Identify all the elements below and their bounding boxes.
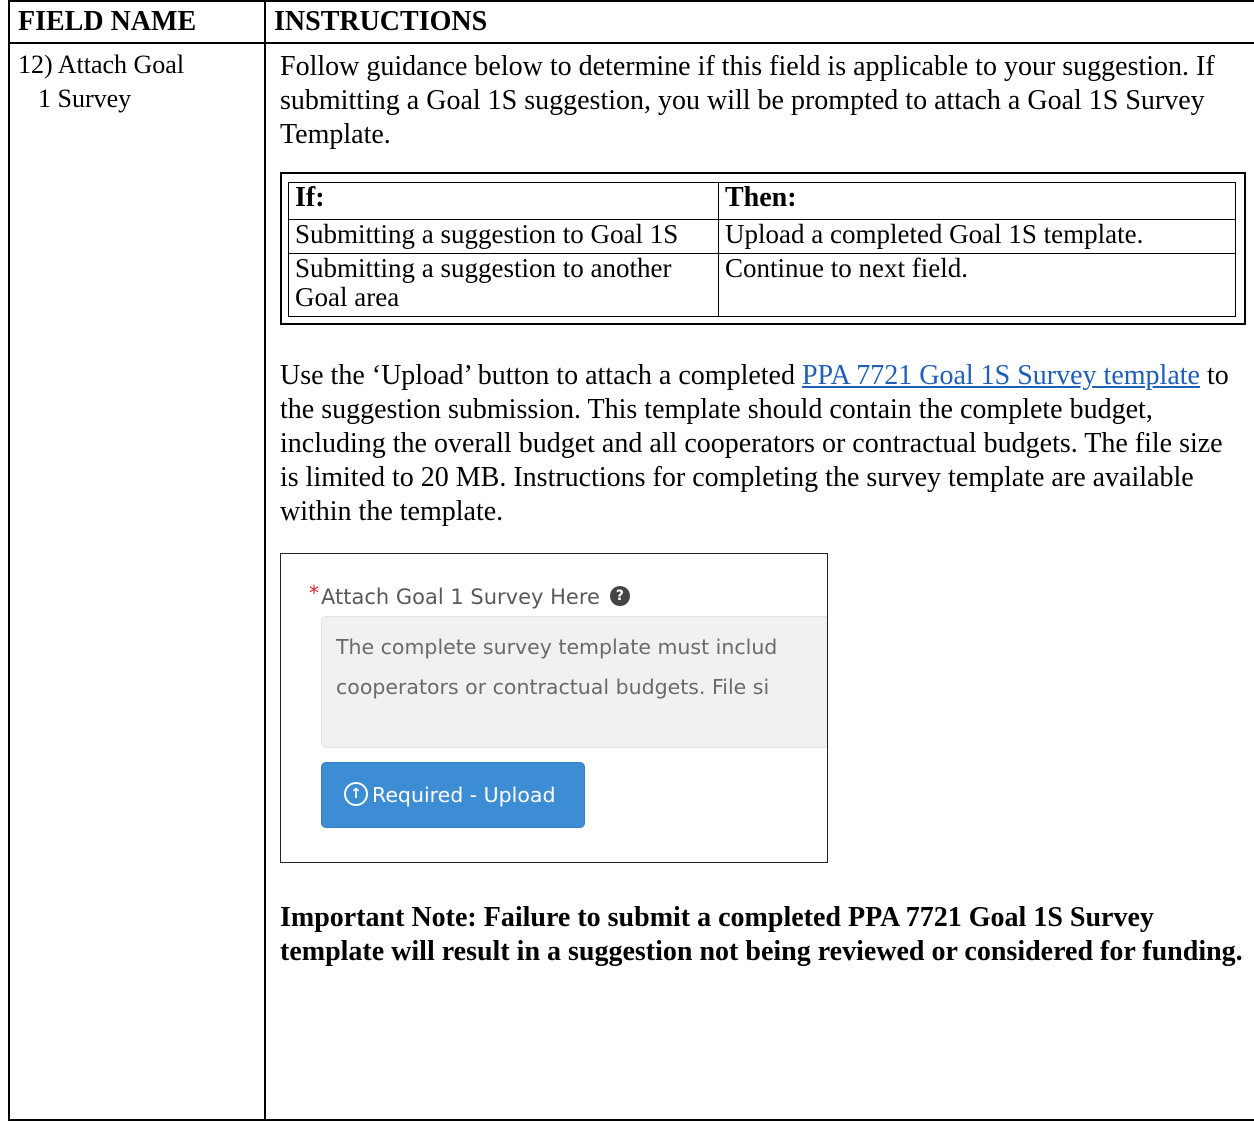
table-row: Submitting a suggestion to another Goal … (288, 253, 1236, 317)
table-row: 12) Attach Goal 1 Survey Follow guidance… (8, 42, 1254, 1121)
decision-table-frame: If: Then: Submitting a suggestion to Goa… (280, 172, 1246, 325)
field-name-cell: 12) Attach Goal 1 Survey (8, 42, 266, 1121)
header-field-name: FIELD NAME (8, 0, 266, 44)
required-asterisk: * (309, 581, 319, 605)
attach-survey-label-text: Attach Goal 1 Survey Here (321, 585, 600, 609)
header-row: FIELD NAME INSTRUCTIONS (8, 0, 1254, 44)
upload-icon: ↑ (344, 782, 368, 806)
attach-survey-label: *Attach Goal 1 Survey Here? (309, 580, 630, 614)
upload-field-screenshot: *Attach Goal 1 Survey Here? The complete… (280, 553, 828, 863)
instructions-table: FIELD NAME INSTRUCTIONS 12) Attach Goal … (8, 0, 1254, 1121)
instructions-cell: Follow guidance below to determine if th… (264, 42, 1254, 1121)
intro-paragraph: Follow guidance below to determine if th… (280, 51, 1215, 150)
row-if: Submitting a suggestion to Goal 1S (288, 219, 719, 254)
survey-template-link[interactable]: PPA 7721 Goal 1S Survey template (802, 360, 1200, 391)
row-then: Upload a completed Goal 1S template. (718, 219, 1236, 254)
header-if: If: (288, 182, 719, 220)
row-if: Submitting a suggestion to another Goal … (288, 253, 719, 317)
decision-table: If: Then: Submitting a suggestion to Goa… (288, 182, 1236, 317)
help-icon[interactable]: ? (609, 586, 630, 606)
upload-button-label: Required - Upload (372, 783, 556, 807)
important-note: Important Note: Failure to submit a comp… (280, 902, 1243, 967)
required-upload-button[interactable]: ↑ Required - Upload (321, 762, 585, 828)
field-name-line2: 1 Survey (38, 84, 132, 113)
field-name-line1: 12) Attach Goal (18, 50, 185, 79)
upload-paragraph: Use the ‘Upload’ button to attach a comp… (280, 359, 1244, 529)
description-line2: cooperators or contractual budgets. File… (336, 675, 770, 699)
header-then: Then: (718, 182, 1236, 220)
decision-table-header: If: Then: (288, 182, 1236, 220)
description-box: The complete survey template must includ… (321, 616, 827, 748)
row-then: Continue to next field. (718, 253, 1236, 317)
header-instructions: INSTRUCTIONS (264, 0, 1254, 44)
upload-text-before: Use the ‘Upload’ button to attach a comp… (280, 360, 802, 391)
description-line1: The complete survey template must includ (336, 635, 778, 659)
description-text: The complete survey template must includ… (336, 627, 777, 707)
table-row: Submitting a suggestion to Goal 1S Uploa… (288, 219, 1236, 254)
